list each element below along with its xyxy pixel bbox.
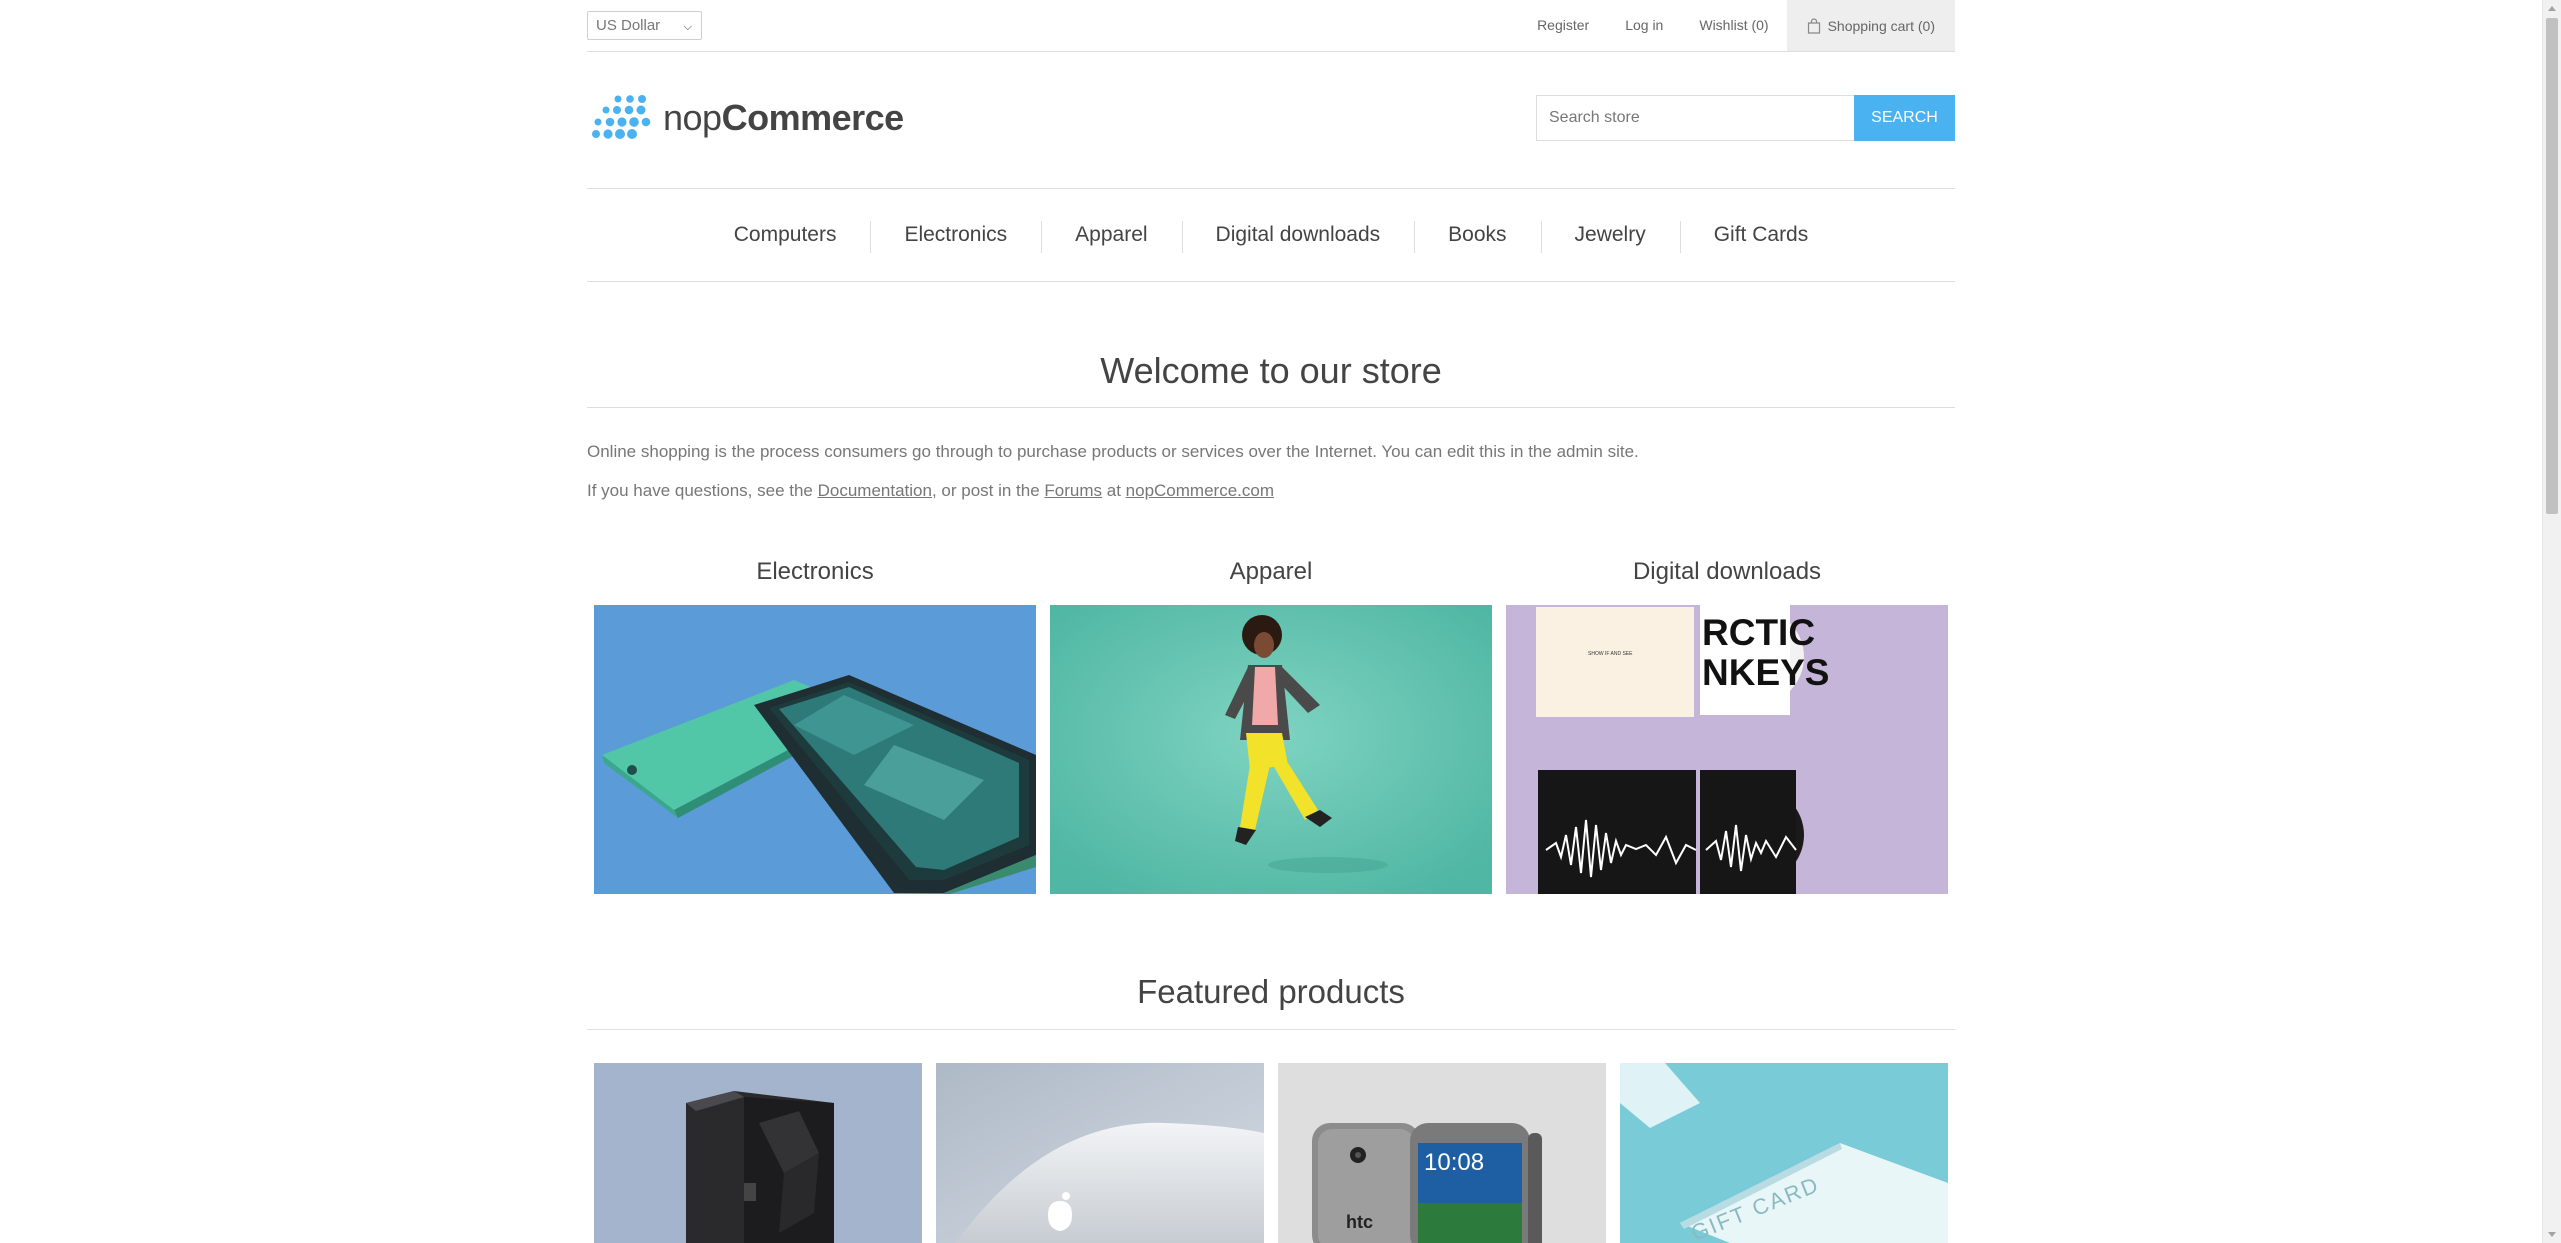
macbook-image — [936, 1063, 1264, 1243]
wishlist-link[interactable]: Wishlist (0) — [1681, 0, 1786, 51]
logo-text: nopCommerce — [663, 98, 904, 138]
computer-tower-image — [594, 1063, 922, 1243]
documentation-link[interactable]: Documentation — [818, 481, 932, 500]
scroll-down-icon[interactable] — [2548, 1232, 2556, 1237]
welcome-line-2-mid: , or post in the — [931, 481, 1045, 500]
woman-jumping-image — [1050, 605, 1492, 894]
shopping-cart-link[interactable]: Shopping cart (0) — [1786, 0, 1955, 51]
menu-item-jewelry[interactable]: Jewelry — [1540, 217, 1680, 253]
phone-image — [594, 605, 1036, 894]
category-image-electronics[interactable] — [594, 605, 1036, 894]
gift-card-image: GIFT CARD — [1620, 1063, 1948, 1243]
album-covers-image: RCTIC NKEYS SHOW IF AND SEE — [1506, 605, 1948, 894]
welcome-line-2-at: at — [1102, 481, 1126, 500]
logo-text-light: nop — [663, 97, 722, 138]
search-button[interactable]: Search — [1854, 95, 1955, 141]
nopcommerce-link[interactable]: nopCommerce.com — [1126, 481, 1274, 500]
svg-text:NKEYS: NKEYS — [1702, 652, 1829, 693]
store-logo[interactable]: nopCommerce — [590, 94, 904, 142]
page: US Dollar ⌵ Register Log in Wishlist (0)… — [0, 0, 2561, 1243]
page-scrollbar[interactable] — [2542, 0, 2561, 1243]
svg-text:SHOW IF AND SEE: SHOW IF AND SEE — [1588, 651, 1633, 657]
logo-text-bold: Commerce — [721, 97, 905, 138]
shopping-bag-icon — [1807, 17, 1820, 34]
header-links: Register Log in Wishlist (0) Shopping ca… — [1519, 0, 1955, 51]
category-apparel: Apparel — [1050, 552, 1492, 894]
menu-item-electronics[interactable]: Electronics — [870, 217, 1041, 253]
category-digital-downloads: Digital downloads RCTIC NKEYS SHOW IF AN… — [1506, 552, 1948, 894]
top-menu: Computers Electronics Apparel Digital do… — [587, 189, 1955, 282]
product-item-laptop[interactable] — [936, 1063, 1264, 1243]
phone-clock-text: 10:08 — [1424, 1149, 1484, 1176]
home-categories: Electronics Apparel Digital downloads RC… — [587, 552, 1955, 894]
svg-text:RCTIC: RCTIC — [1702, 612, 1815, 653]
welcome-line-1: Online shopping is the process consumers… — [587, 442, 1639, 461]
category-image-digital-downloads[interactable]: RCTIC NKEYS SHOW IF AND SEE — [1506, 605, 1948, 894]
currency-select[interactable]: US Dollar ⌵ — [587, 11, 702, 40]
welcome-title: Welcome to our store — [587, 346, 1955, 408]
header-logo-row: nopCommerce Search — [587, 52, 1955, 189]
category-title[interactable]: Electronics — [594, 552, 1036, 602]
menu-item-computers[interactable]: Computers — [700, 217, 871, 253]
htc-phone-image: htc 10:08 — [1278, 1063, 1606, 1243]
category-electronics: Electronics — [594, 552, 1036, 894]
featured-products-title: Featured products — [587, 964, 1955, 1030]
product-item-htc-phone[interactable]: htc 10:08 — [1278, 1063, 1606, 1243]
nopcommerce-dots-icon — [592, 95, 651, 139]
menu-item-apparel[interactable]: Apparel — [1041, 217, 1181, 253]
product-item-gift-card[interactable]: GIFT CARD — [1620, 1063, 1948, 1243]
search-box: Search — [1536, 95, 1955, 141]
welcome-line-2-prefix: If you have questions, see the — [587, 481, 818, 500]
menu-item-gift-cards[interactable]: Gift Cards — [1679, 217, 1843, 253]
category-title[interactable]: Apparel — [1050, 552, 1492, 602]
category-title[interactable]: Digital downloads — [1506, 552, 1948, 602]
chevron-down-icon: ⌵ — [683, 21, 692, 33]
scroll-up-icon[interactable] — [2548, 6, 2556, 11]
search-input[interactable] — [1536, 95, 1854, 141]
category-image-apparel[interactable] — [1050, 605, 1492, 894]
menu-item-books[interactable]: Books — [1414, 217, 1540, 253]
welcome-text: Online shopping is the process consumers… — [587, 432, 1955, 510]
login-link[interactable]: Log in — [1607, 0, 1681, 51]
header-top-bar: US Dollar ⌵ Register Log in Wishlist (0)… — [587, 0, 1955, 52]
register-link[interactable]: Register — [1519, 0, 1607, 51]
htc-brand-text: htc — [1346, 1212, 1373, 1232]
forums-link[interactable]: Forums — [1044, 481, 1102, 500]
menu-item-digital-downloads[interactable]: Digital downloads — [1181, 217, 1415, 253]
shopping-cart-label: Shopping cart (0) — [1827, 17, 1935, 34]
scrollbar-thumb[interactable] — [2546, 18, 2558, 514]
product-item-computer[interactable] — [594, 1063, 922, 1243]
featured-products-grid: htc 10:08 GIFT CARD — [587, 1063, 1955, 1243]
welcome-line-2: If you have questions, see the Documenta… — [587, 471, 1955, 510]
currency-select-value: US Dollar — [596, 17, 661, 34]
